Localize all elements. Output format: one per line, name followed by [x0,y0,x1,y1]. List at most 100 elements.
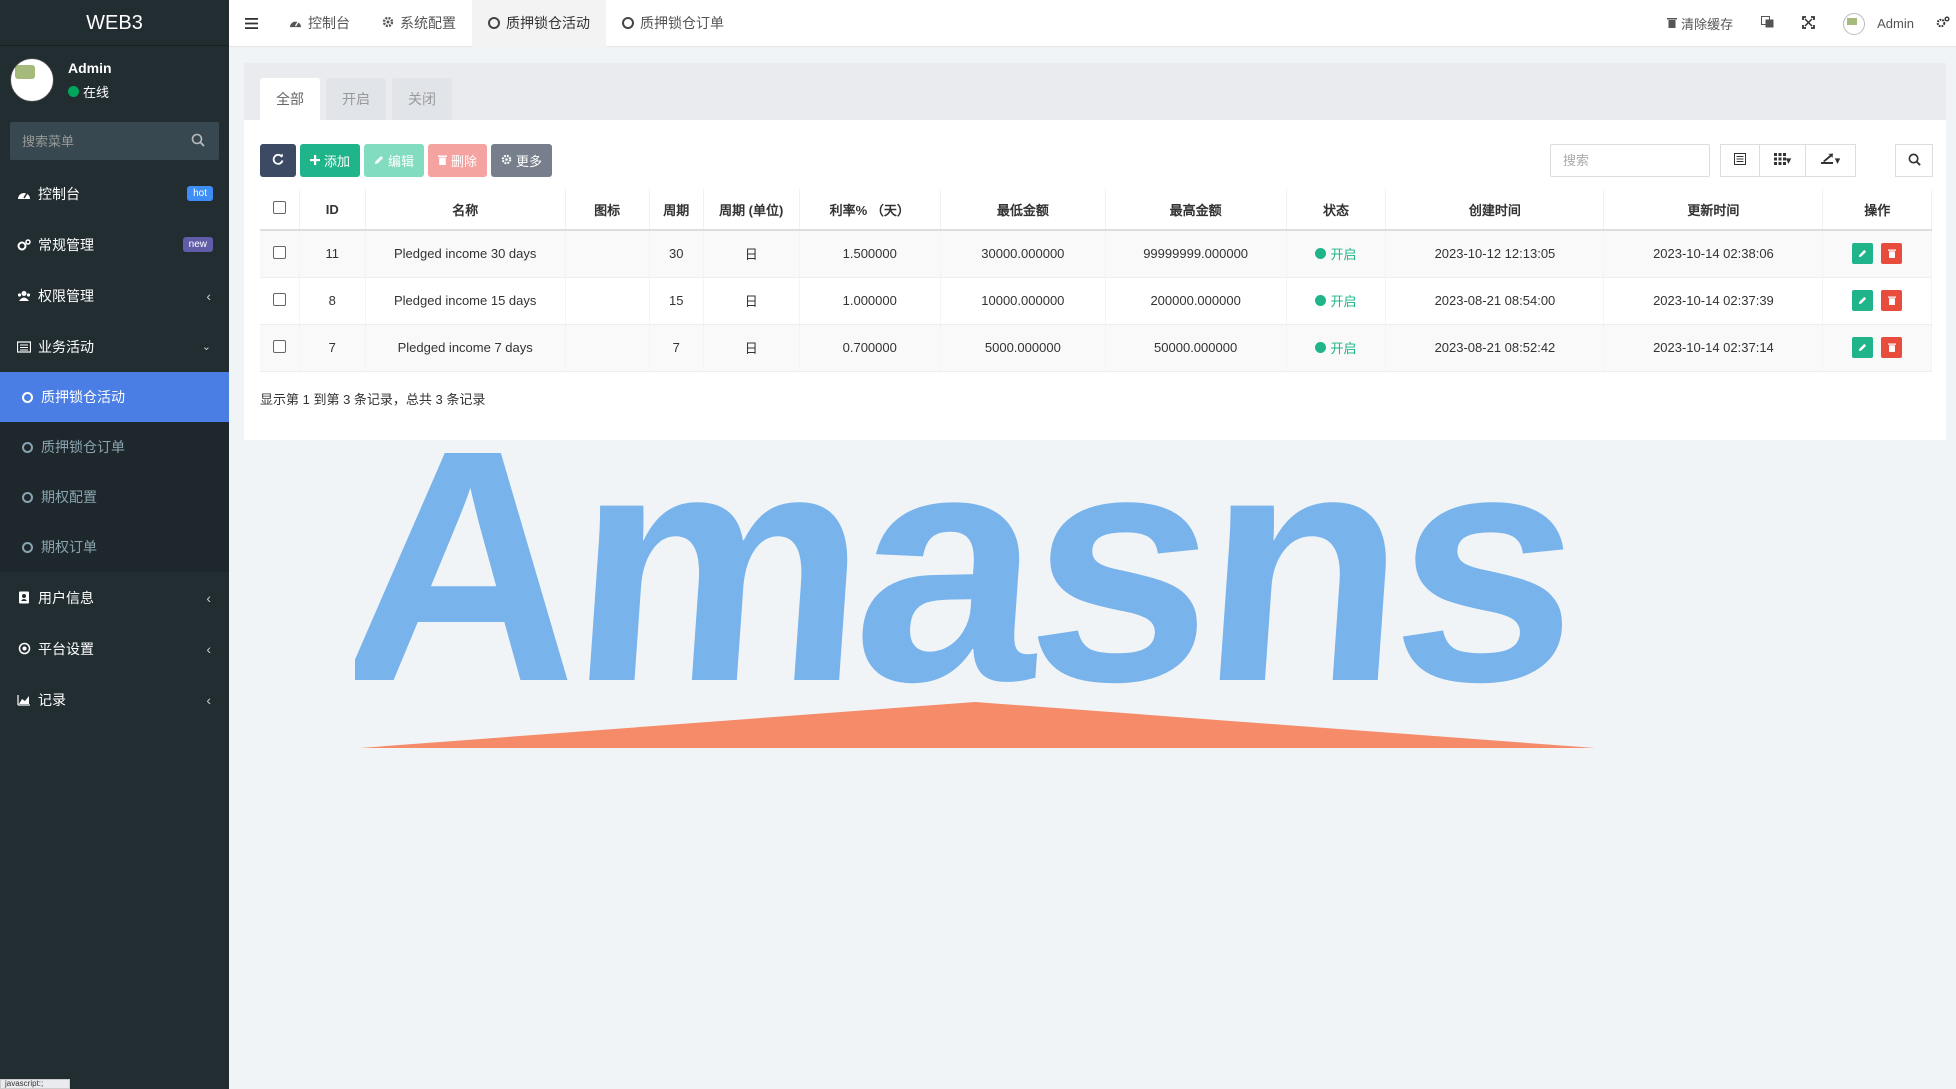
tab-pledge-orders[interactable]: 质押锁仓订单 [606,0,740,47]
circle-icon [622,17,634,29]
row-edit-button[interactable] [1852,337,1874,358]
column-header[interactable]: 创建时间 [1385,189,1605,231]
column-header[interactable]: 状态 [1286,189,1387,231]
circle-icon [22,391,33,403]
cell-updated: 2023-10-14 02:37:14 [1603,324,1824,372]
cell-created: 2023-08-21 08:52:42 [1385,324,1605,372]
app-logo[interactable]: WEB3 [0,0,229,46]
table-row[interactable]: 11 Pledged income 30 days 30 日 1.500000 … [260,230,1932,278]
edit-button[interactable]: 编辑 [364,144,425,177]
sidebar-item-user-info[interactable]: 用户信息 ‹ [0,572,229,623]
fullscreen-button[interactable] [1788,0,1829,47]
top-right-tools: 清除缓存 Admin [1653,0,1956,47]
columns-dropdown-button[interactable]: ▾ [1760,144,1806,177]
sidebar-item-platform-settings[interactable]: 平台设置 ‹ [0,623,229,674]
delete-button[interactable]: 删除 [428,144,488,177]
translate-button[interactable] [1747,0,1788,47]
column-header[interactable]: 名称 [365,189,566,231]
plus-icon [310,153,320,168]
cell-name: Pledged income 30 days [365,230,566,278]
column-header[interactable]: 最低金额 [940,189,1106,231]
business-submenu: 质押锁仓活动 质押锁仓订单 期权配置 期权订单 [0,372,229,572]
watermark-underline [360,702,1595,748]
table-search-input[interactable] [1550,144,1710,177]
status-badge[interactable]: 开启 [1315,338,1356,357]
table-row[interactable]: 7 Pledged income 7 days 7 日 0.700000 500… [260,324,1932,372]
pencil-icon [1858,293,1867,308]
cell-min: 10000.000000 [940,277,1106,325]
submenu-item-pledge-activity[interactable]: 质押锁仓活动 [0,372,229,422]
sidebar-item-label: 控制台 [38,185,80,202]
row-delete-button[interactable] [1881,243,1903,265]
tab-disabled[interactable]: 关闭 [392,78,452,120]
gear-icon [501,153,512,168]
cell-id: 11 [299,230,366,278]
export-dropdown-button[interactable]: ▾ [1806,144,1856,177]
new-badge: new [182,237,213,252]
submenu-item-pledge-orders[interactable]: 质押锁仓订单 [0,422,229,472]
circle-icon [22,491,33,503]
row-edit-button[interactable] [1852,290,1874,311]
sidebar-item-dashboard[interactable]: 控制台 hot [0,168,229,219]
sidebar-search-input[interactable] [22,133,182,149]
tab-all[interactable]: 全部 [260,78,320,120]
row-edit-button[interactable] [1852,243,1874,265]
table-view-tools: ▾ ▾ [1720,144,1856,177]
export-icon [1820,153,1835,168]
trash-icon [1667,16,1678,31]
row-checkbox[interactable] [272,245,286,259]
search-button[interactable] [1895,144,1933,177]
caret-down-icon: ▾ [1785,155,1792,167]
column-header[interactable]: 周期 (单位) [703,189,800,231]
tab-enabled[interactable]: 开启 [326,78,386,120]
tab-pledge-activity[interactable]: 质押锁仓活动 [472,0,606,47]
row-delete-button[interactable] [1881,337,1903,358]
cell-updated: 2023-10-14 02:38:06 [1603,230,1824,278]
column-header[interactable]: 更新时间 [1603,189,1824,231]
group-icon [16,290,32,302]
tab-dashboard[interactable]: 控制台 [273,0,366,47]
chevron-down-icon: ⌄ [201,341,211,353]
column-header[interactable]: ID [299,189,366,231]
sidebar-item-general[interactable]: 常规管理 new [0,219,229,270]
submenu-item-option-config[interactable]: 期权配置 [0,472,229,522]
sidebar-search [10,122,219,160]
hot-badge: hot [187,186,213,201]
table-row[interactable]: 8 Pledged income 15 days 15 日 1.000000 1… [260,277,1932,325]
avatar [1843,12,1866,35]
tab-system-config[interactable]: 系统配置 [366,0,472,47]
toggle-view-button[interactable] [1720,144,1760,177]
clear-cache-button[interactable]: 清除缓存 [1653,0,1747,47]
status-badge[interactable]: 开启 [1315,244,1356,263]
row-checkbox[interactable] [272,339,286,353]
row-checkbox[interactable] [272,292,286,306]
control-sidebar-toggle[interactable] [1932,0,1956,47]
refresh-button[interactable] [260,144,296,177]
user-status-label: 在线 [83,85,110,100]
column-header[interactable]: 图标 [565,189,650,231]
row-delete-button[interactable] [1881,290,1903,311]
search-icon[interactable] [191,133,205,150]
submenu-item-label: 质押锁仓活动 [41,389,125,405]
circle-icon [22,541,33,553]
sidebar-item-label: 权限管理 [38,287,94,304]
sidebar-item-records[interactable]: 记录 ‹ [0,674,229,725]
select-all-checkbox[interactable] [272,201,286,214]
column-header[interactable]: 周期 [649,189,704,231]
sidebar: WEB3 Admin 在线 控制台 hot 常规管理 new 权限管理 ‹ [0,0,229,1089]
sidebar-item-business[interactable]: 业务活动 ⌄ [0,321,229,372]
add-button[interactable]: 添加 [300,144,361,177]
menu-toggle-icon[interactable] [229,0,273,47]
user-menu[interactable]: Admin [1829,0,1932,47]
column-header[interactable]: 利率% （天） [799,189,941,231]
sidebar-item-permissions[interactable]: 权限管理 ‹ [0,270,229,321]
tab-label: 系统配置 [400,15,456,31]
column-header[interactable]: 最高金额 [1105,189,1287,231]
status-label: 开启 [1330,294,1357,309]
cell-period: 30 [649,230,704,278]
sidebar-menu-lower: 用户信息 ‹ 平台设置 ‹ 记录 ‹ [0,572,229,725]
submenu-item-option-orders[interactable]: 期权订单 [0,522,229,572]
more-button[interactable]: 更多 [491,144,553,177]
status-badge[interactable]: 开启 [1315,291,1356,310]
data-table: ID 名称 图标 周期 周期 (单位) 利率% （天） 最低金额 最高金额 状态… [260,189,1932,372]
